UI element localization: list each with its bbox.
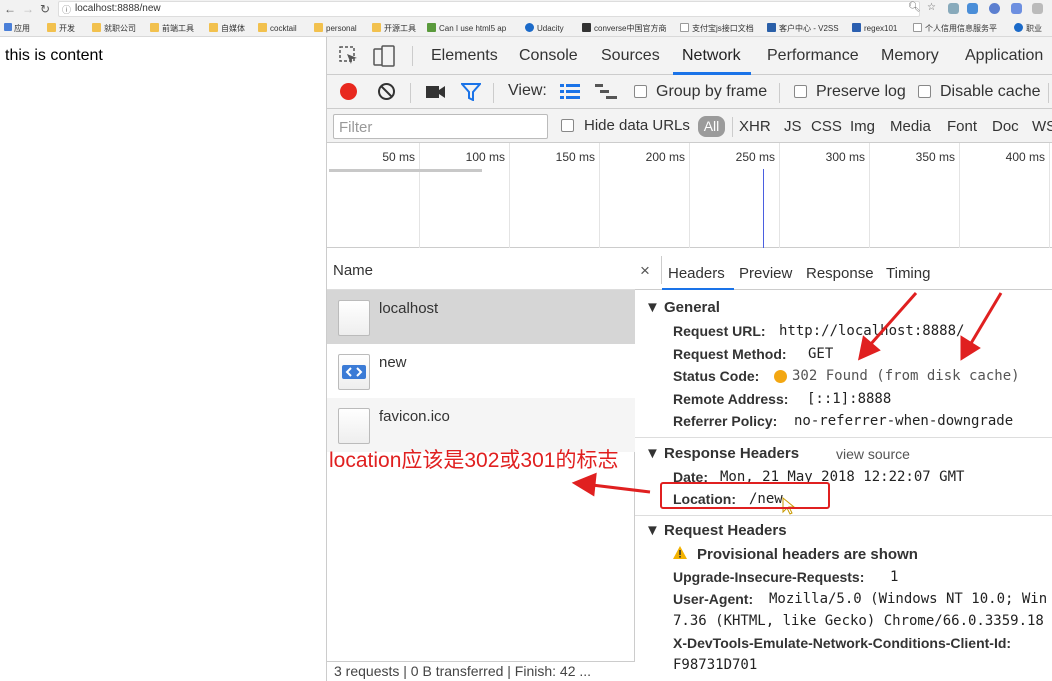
- annotation-arrows: [571, 292, 1003, 515]
- annotation-highlight-box: [660, 482, 830, 509]
- annotation-label: location应该是302或301的标志: [329, 449, 619, 472]
- annotation-arrow: [968, 292, 1003, 346]
- annotation-arrowhead: [571, 472, 597, 497]
- annotation-arrow: [591, 483, 651, 494]
- annotation-arrow: [868, 292, 918, 346]
- annotation-arrowhead: [960, 335, 981, 361]
